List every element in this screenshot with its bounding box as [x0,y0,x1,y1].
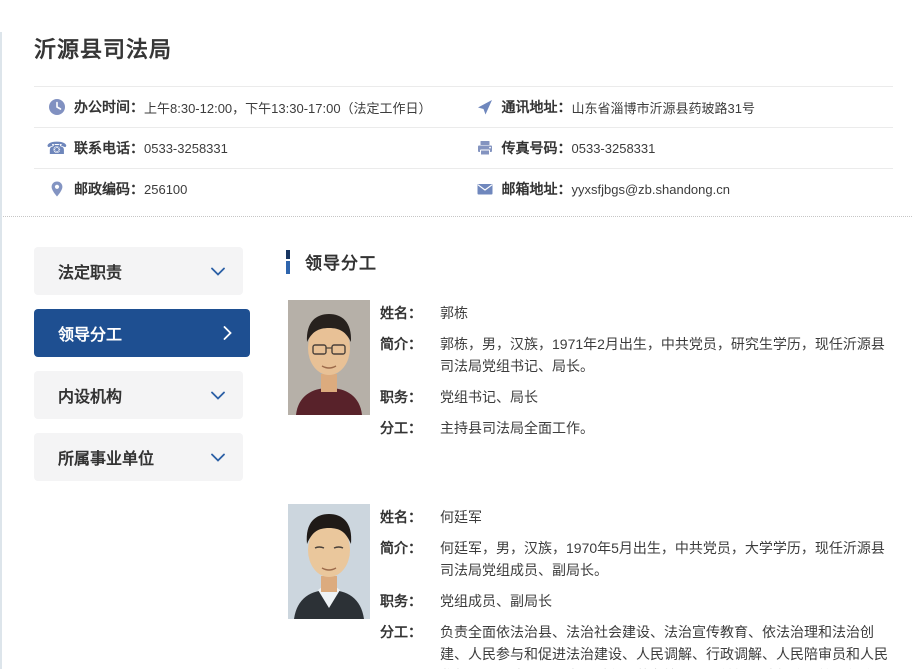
contact-cell-phone: ☎ 联系电话： 0533-3258331 [34,128,464,168]
location-pin-icon [48,180,66,198]
agency-profile-page: 沂源县司法局 办公时间： 上午8:30-12:00，下午13:30-17:00（… [0,32,912,669]
chevron-down-icon [211,453,225,462]
field-value: 何廷军 [440,506,893,528]
contact-label: 办公时间： [74,97,144,117]
chevron-down-icon [211,391,225,400]
field-row: 职务： 党组成员、副局长 [380,590,893,612]
contact-value: 0533-3258331 [144,141,228,156]
sidebar-item-leadership[interactable]: 领导分工 [34,309,250,357]
field-row: 分工： 主持县司法局全面工作。 [380,417,893,439]
page-title: 沂源县司法局 [34,32,893,64]
leader-fields: 姓名： 郭栋 简介： 郭栋，男，汉族，1971年2月出生，中共党员，研究生学历，… [380,300,893,448]
contact-row: 办公时间： 上午8:30-12:00，下午13:30-17:00（法定工作日） … [34,87,893,128]
contact-value: 256100 [144,182,187,197]
fax-icon [476,139,494,157]
field-value: 郭栋，男，汉族，1971年2月出生，中共党员，研究生学历，现任沂源县司法局党组书… [440,333,893,377]
field-label: 分工： [380,417,440,439]
field-value: 郭栋 [440,302,893,324]
contact-info-table: 办公时间： 上午8:30-12:00，下午13:30-17:00（法定工作日） … [34,86,893,217]
field-label: 姓名： [380,506,440,528]
contact-label: 邮箱地址： [502,179,572,199]
field-value: 党组书记、局长 [440,386,893,408]
chevron-down-icon [211,267,225,276]
contact-cell-office-hours: 办公时间： 上午8:30-12:00，下午13:30-17:00（法定工作日） [34,87,464,127]
field-row: 职务： 党组书记、局长 [380,386,893,408]
field-value: 何廷军，男，汉族，1970年5月出生，中共党员，大学学历，现任沂源县司法局党组成… [440,537,893,581]
leader-photo [288,504,370,619]
section-sidebar: 法定职责 领导分工 内设机构 所属事业单位 [34,247,250,495]
section-marker-icon [286,250,290,274]
contact-cell-address: 通讯地址： 山东省淄博市沂源县药玻路31号 [464,87,894,127]
field-value: 党组成员、副局长 [440,590,893,612]
contact-value: 0533-3258331 [572,141,656,156]
contact-cell-postcode: 邮政编码： 256100 [34,169,464,209]
field-row: 姓名： 何廷军 [380,506,893,528]
leader-profile: 姓名： 何廷军 简介： 何廷军，男，汉族，1970年5月出生，中共党员，大学学历… [286,504,893,669]
phone-icon: ☎ [48,139,66,157]
leader-photo [288,300,370,415]
leader-fields: 姓名： 何廷军 简介： 何廷军，男，汉族，1970年5月出生，中共党员，大学学历… [380,504,893,669]
sidebar-item-label: 内设机构 [58,383,122,407]
sidebar-item-label: 领导分工 [58,321,122,345]
field-row: 姓名： 郭栋 [380,302,893,324]
field-row: 简介： 何廷军，男，汉族，1970年5月出生，中共党员，大学学历，现任沂源县司法… [380,537,893,581]
field-row: 简介： 郭栋，男，汉族，1971年2月出生，中共党员，研究生学历，现任沂源县司法… [380,333,893,377]
field-value: 负责全面依法治县、法治社会建设、法治宣传教育、依法治理和法治创建、人民参与和促进… [440,621,893,669]
contact-label: 联系电话： [74,138,144,158]
contact-cell-fax: 传真号码： 0533-3258331 [464,128,894,168]
leadership-section: 领导分工 [286,247,893,669]
field-label: 姓名： [380,302,440,324]
contact-label: 邮政编码： [74,179,144,199]
contact-row: ☎ 联系电话： 0533-3258331 传真号码： 0533-3258331 [34,128,893,169]
sidebar-item-internal-orgs[interactable]: 内设机构 [34,371,243,419]
contact-row: 邮政编码： 256100 邮箱地址： yyxsfjbgs@zb.shandong… [34,169,893,209]
field-label: 职务： [380,590,440,612]
field-label: 简介： [380,333,440,377]
page-left-edge [0,32,2,669]
contact-label: 通讯地址： [502,97,572,117]
sidebar-item-legal-duties[interactable]: 法定职责 [34,247,243,295]
field-label: 职务： [380,386,440,408]
contact-value: 上午8:30-12:00，下午13:30-17:00（法定工作日） [144,98,432,117]
dotted-divider [0,216,912,217]
sidebar-item-label: 所属事业单位 [58,445,154,469]
field-label: 简介： [380,537,440,581]
leader-profile: 姓名： 郭栋 简介： 郭栋，男，汉族，1971年2月出生，中共党员，研究生学历，… [286,300,893,448]
contact-label: 传真号码： [502,138,572,158]
sidebar-item-affiliated-units[interactable]: 所属事业单位 [34,433,243,481]
field-value: 主持县司法局全面工作。 [440,417,893,439]
field-row: 分工： 负责全面依法治县、法治社会建设、法治宣传教育、依法治理和法治创建、人民参… [380,621,893,669]
clock-icon [48,98,66,116]
section-title: 领导分工 [305,249,377,274]
contact-cell-email: 邮箱地址： yyxsfjbgs@zb.shandong.cn [464,169,894,209]
location-arrow-icon [476,98,494,116]
section-header: 领导分工 [286,249,893,274]
contact-value: 山东省淄博市沂源县药玻路31号 [572,98,755,117]
sidebar-item-label: 法定职责 [58,259,122,283]
mail-icon [476,180,494,198]
contact-value: yyxsfjbgs@zb.shandong.cn [572,182,730,197]
chevron-right-icon [223,326,232,340]
field-label: 分工： [380,621,440,669]
